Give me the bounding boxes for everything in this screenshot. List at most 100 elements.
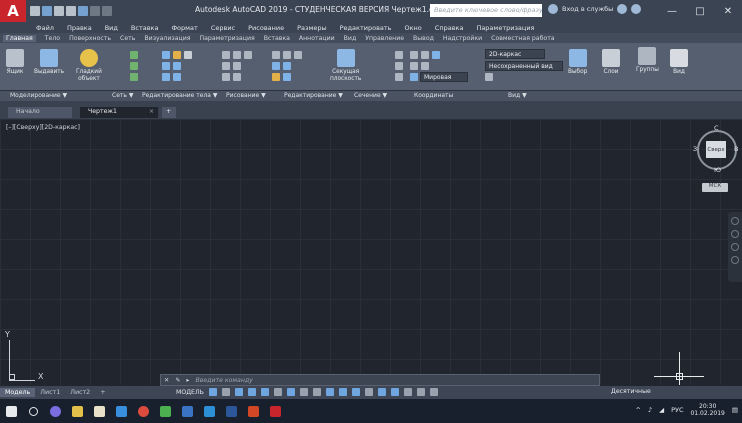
rotate-tool-icon[interactable] (283, 51, 291, 59)
cart-icon[interactable] (617, 4, 628, 14)
visual-style-combo[interactable]: 2D-каркас (485, 49, 545, 59)
taskbar-autocad[interactable] (264, 399, 286, 423)
annotation-visibility-icon[interactable] (390, 388, 399, 396)
command-line[interactable]: ✕ ✎ ▸ Введите команду (160, 374, 600, 386)
new-tab-button[interactable]: + (162, 107, 176, 118)
tab-annotate[interactable]: Аннотации (299, 35, 335, 42)
transparency-icon[interactable] (312, 388, 321, 396)
tab-home[interactable]: Главная (3, 34, 36, 42)
solid-edit-icon[interactable] (162, 51, 170, 59)
navigation-bar[interactable] (728, 212, 742, 282)
clock[interactable]: 20:30 01.02.2019 (690, 403, 724, 417)
dynamic-ucs-icon[interactable] (351, 388, 360, 396)
command-input[interactable]: Введите команду (195, 377, 252, 384)
modify-tool-icon[interactable] (272, 62, 280, 70)
network-icon[interactable]: ◢ (659, 406, 664, 414)
ucs-tool-icon[interactable] (410, 51, 418, 59)
signin-link[interactable]: Вход в службы (562, 5, 613, 13)
menu-edit[interactable]: Правка (67, 24, 92, 32)
taskbar-app[interactable] (198, 399, 220, 423)
tab-drawing1[interactable]: Чертеж1 × (80, 107, 158, 118)
panel-draw[interactable]: Рисование ▼ (226, 92, 266, 99)
menu-parametric[interactable]: Параметризация (476, 24, 534, 32)
ucs-tool-icon[interactable] (395, 73, 403, 81)
tab-manage[interactable]: Управление (365, 35, 404, 42)
workspace-switch-icon[interactable] (416, 388, 425, 396)
panel-view[interactable]: Вид ▼ (508, 92, 527, 99)
tab-collaborate[interactable]: Совместная работа (491, 35, 554, 42)
3d-object-snap-icon[interactable] (338, 388, 347, 396)
ortho-icon[interactable] (234, 388, 243, 396)
mesh-tool-icon[interactable] (130, 73, 138, 81)
viewcube-east[interactable]: В (734, 145, 738, 153)
new-file-icon[interactable] (30, 6, 40, 16)
solid-edit-icon[interactable] (162, 62, 170, 70)
tab-solid[interactable]: Тело (45, 35, 60, 42)
pan-icon[interactable] (731, 217, 739, 225)
object-snap-icon[interactable] (286, 388, 295, 396)
snap-icon[interactable] (221, 388, 230, 396)
panel-section[interactable]: Сечение ▼ (354, 92, 387, 99)
ucs-combo[interactable]: Мировая (420, 72, 468, 82)
start-button[interactable] (0, 399, 22, 423)
selection-filter-icon[interactable] (364, 388, 373, 396)
model-space-button[interactable]: МОДЕЛЬ (176, 389, 204, 396)
menu-modify[interactable]: Редактировать (340, 24, 392, 32)
taskbar-app[interactable] (154, 399, 176, 423)
units-button[interactable]: Десятичные (611, 388, 651, 395)
section-plane-button[interactable]: Секущая плоскость (330, 49, 361, 83)
menu-tools[interactable]: Сервис (211, 24, 235, 32)
viewcube-face[interactable]: Сверх (706, 141, 726, 158)
taskbar-app[interactable] (220, 399, 242, 423)
modify-tool-icon[interactable] (283, 62, 291, 70)
plot-icon[interactable] (78, 6, 88, 16)
selection-button[interactable]: Выбор (568, 49, 587, 75)
minimize-button[interactable]: — (658, 0, 686, 22)
menu-format[interactable]: Формат (171, 24, 197, 32)
ucs-tool-icon[interactable] (410, 62, 418, 70)
save-icon[interactable] (54, 6, 64, 16)
circle-tool-icon[interactable] (233, 62, 241, 70)
tab-mesh[interactable]: Сеть (120, 35, 135, 42)
taskbar-app[interactable] (88, 399, 110, 423)
tab-model[interactable]: Модель (0, 388, 36, 397)
search-button[interactable] (22, 399, 44, 423)
ucs-tool-icon[interactable] (395, 51, 403, 59)
panel-solid-editing[interactable]: Редактирование тела ▼ (142, 92, 218, 99)
panel-mesh[interactable]: Сеть ▼ (112, 92, 133, 99)
panel-modeling[interactable]: Моделирование ▼ (10, 92, 67, 99)
tab-view[interactable]: Вид (344, 35, 357, 42)
tab-parametric[interactable]: Параметризация (199, 35, 254, 42)
draw-tool-icon[interactable] (222, 73, 230, 81)
open-file-icon[interactable] (42, 6, 52, 16)
command-settings-icon[interactable]: ✎ (175, 377, 180, 384)
extrude-button[interactable]: Выдавить (34, 49, 64, 75)
tab-layout2[interactable]: Лист2 (65, 388, 95, 397)
viewcube-south[interactable]: Ю (714, 166, 721, 174)
taskbar-app[interactable] (242, 399, 264, 423)
draw-tool-icon[interactable] (222, 62, 230, 70)
modify-tool-icon[interactable] (283, 73, 291, 81)
lineweight-icon[interactable] (299, 388, 308, 396)
taskbar-app[interactable] (110, 399, 132, 423)
zoom-icon[interactable] (731, 230, 739, 238)
tab-addins[interactable]: Надстройки (443, 35, 482, 42)
tray-chevron-icon[interactable]: ^ (635, 406, 640, 414)
solid-edit-icon[interactable] (173, 73, 181, 81)
close-tab-icon[interactable]: × (149, 108, 154, 115)
taskbar-app[interactable] (66, 399, 88, 423)
volume-icon[interactable]: ♪ (648, 406, 652, 414)
layers-button[interactable]: Слои (602, 49, 620, 75)
polar-icon[interactable] (247, 388, 256, 396)
gizmo-icon[interactable] (377, 388, 386, 396)
ucs-tool-icon[interactable] (421, 51, 429, 59)
panel-modify[interactable]: Редактирование ▼ (284, 92, 343, 99)
annotation-scale-icon[interactable] (403, 388, 412, 396)
autocad-logo-icon[interactable]: A (0, 0, 26, 22)
close-button[interactable]: ✕ (714, 0, 742, 22)
save-as-icon[interactable] (66, 6, 76, 16)
move-tool-icon[interactable] (272, 51, 280, 59)
solid-edit-icon[interactable] (184, 51, 192, 59)
redo-icon[interactable] (102, 6, 112, 16)
box-button[interactable]: Ящик (6, 49, 24, 75)
